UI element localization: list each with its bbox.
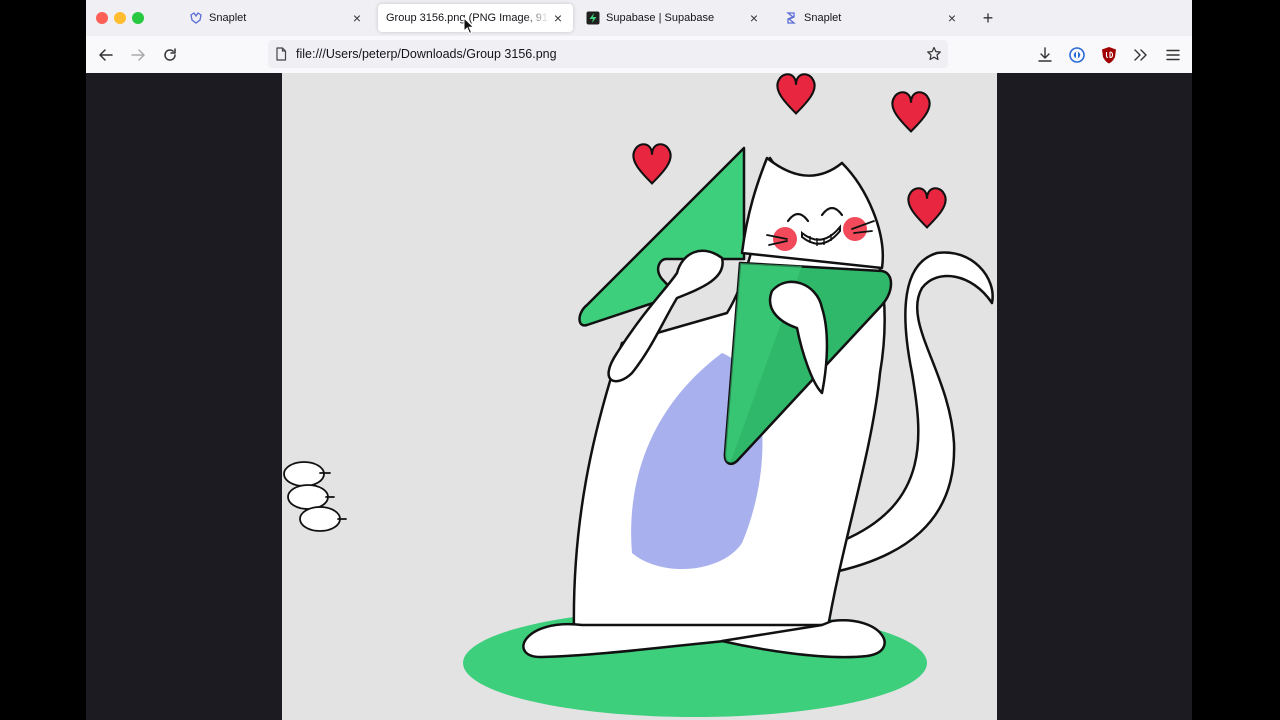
new-tab-button[interactable]: +	[978, 8, 998, 28]
tab-group-3156-png[interactable]: Group 3156.png (PNG Image, 914 × 827 pix…	[378, 4, 573, 32]
reload-icon[interactable]	[158, 44, 182, 66]
png-image-viewer	[282, 73, 997, 720]
tab-close-button[interactable]: ×	[747, 11, 761, 25]
forward-arrow-icon[interactable]	[126, 44, 150, 66]
more-tools-chevron-icon[interactable]	[1129, 44, 1153, 66]
window-minimize-button[interactable]	[114, 12, 126, 24]
heart-icon	[907, 187, 947, 229]
file-icon	[276, 47, 287, 61]
tab-snaplet-2[interactable]: Snaplet ×	[777, 4, 967, 32]
supabase-logo-icon	[586, 11, 600, 25]
snaplet-logo-icon	[190, 12, 202, 24]
cat-head	[740, 156, 885, 270]
mouse-pointer-icon	[463, 17, 475, 35]
window-close-button[interactable]	[96, 12, 108, 24]
tab-snaplet[interactable]: Snaplet ×	[182, 4, 372, 32]
download-icon[interactable]	[1033, 44, 1057, 66]
url-text: file:///Users/peterp/Downloads/Group 315…	[296, 47, 557, 61]
navigation-toolbar: file:///Users/peterp/Downloads/Group 315…	[86, 36, 1192, 74]
tab-label: Snaplet	[209, 12, 247, 24]
tab-strip: Snaplet × Group 3156.png (PNG Image, 914…	[86, 0, 1192, 36]
bookmark-star-icon[interactable]	[926, 46, 942, 62]
heart-icon	[891, 91, 931, 133]
cat-right-cheek	[843, 217, 867, 241]
ublock-origin-icon[interactable]	[1097, 44, 1121, 66]
tab-close-button[interactable]: ×	[551, 11, 565, 25]
password-manager-icon[interactable]	[1065, 44, 1089, 66]
tab-supabase[interactable]: Supabase | Supabase ×	[579, 4, 769, 32]
motion-puffs	[283, 461, 347, 532]
cat-hugging-supabase-logo-illustration	[283, 73, 994, 717]
tab-close-button[interactable]: ×	[945, 11, 959, 25]
browser-window: Snaplet × Group 3156.png (PNG Image, 914…	[86, 0, 1192, 720]
heart-icon	[632, 143, 672, 185]
heart-icon	[776, 73, 816, 115]
page-content	[86, 73, 1192, 720]
back-arrow-icon[interactable]	[94, 44, 118, 66]
address-bar[interactable]: file:///Users/peterp/Downloads/Group 315…	[268, 40, 948, 68]
window-zoom-button[interactable]	[132, 12, 144, 24]
snaplet-logo-icon	[786, 12, 796, 24]
tab-close-button[interactable]: ×	[350, 11, 364, 25]
tab-label: Snaplet	[804, 12, 842, 24]
hamburger-menu-icon[interactable]	[1161, 44, 1185, 66]
tab-label: Supabase | Supabase	[606, 12, 715, 24]
